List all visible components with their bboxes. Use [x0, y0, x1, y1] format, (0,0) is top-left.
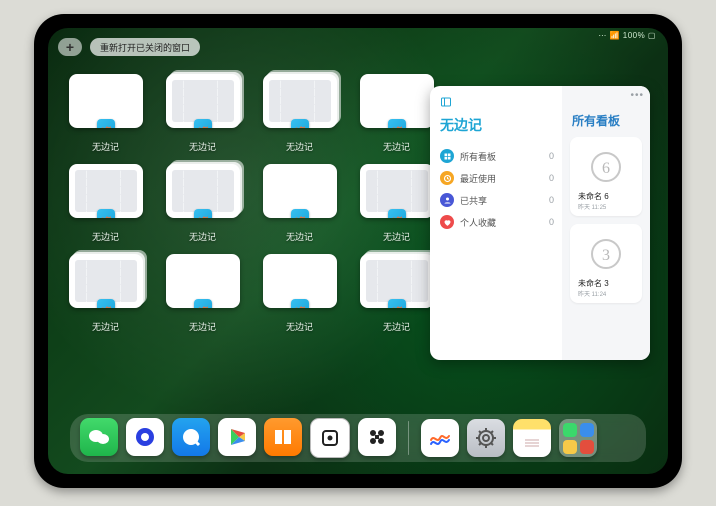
- reopen-closed-window-button[interactable]: 重新打开已关闭的窗口: [90, 38, 200, 56]
- panel-menu-icon[interactable]: •••: [630, 90, 644, 101]
- board-subtitle: 昨天 11:25: [578, 202, 634, 211]
- dock: [70, 414, 646, 462]
- dock-library-icon[interactable]: [559, 419, 597, 457]
- window-tile[interactable]: 无边记: [357, 74, 436, 160]
- sidebar-item-count: 0: [549, 217, 554, 227]
- sidebar-item-clock[interactable]: 最近使用 0: [440, 167, 554, 189]
- status-bar: ⋯ 📶 100% ▢: [598, 31, 656, 40]
- freeform-app-icon: [291, 119, 309, 128]
- tile-label: 无边记: [189, 140, 216, 153]
- sidebar-item-grid[interactable]: 所有看板 0: [440, 145, 554, 167]
- ipad-frame: ⋯ 📶 100% ▢ + 重新打开已关闭的窗口 无边记无边记无边记无边记无边记无…: [34, 14, 682, 488]
- window-tile[interactable]: 无边记: [66, 254, 145, 340]
- window-tile[interactable]: 无边记: [163, 74, 242, 160]
- board-title: 未命名 6: [578, 191, 634, 202]
- board-title: 未命名 3: [578, 278, 634, 289]
- new-window-button[interactable]: +: [58, 38, 82, 56]
- window-tile[interactable]: 无边记: [66, 164, 145, 250]
- freeform-panel: 无边记 所有看板0最近使用0已共享0个人收藏0 ••• 所有看板 6未命名 6昨…: [430, 86, 650, 360]
- dock-qplay-icon[interactable]: [126, 418, 164, 456]
- dock-free-icon[interactable]: [421, 419, 459, 457]
- tile-label: 无边记: [92, 140, 119, 153]
- board-thumbnail: 6: [578, 143, 634, 191]
- svg-text:6: 6: [602, 160, 610, 177]
- dock-dice-icon[interactable]: [310, 418, 350, 458]
- window-tile[interactable]: 无边记: [357, 164, 436, 250]
- grid-icon: [440, 149, 454, 163]
- freeform-app-icon: [97, 119, 115, 128]
- freeform-app-icon: [194, 299, 212, 308]
- tile-label: 无边记: [383, 320, 410, 333]
- tile-label: 无边记: [189, 320, 216, 333]
- freeform-app-icon: [388, 209, 406, 218]
- window-tile[interactable]: 无边记: [163, 164, 242, 250]
- dock-qq-icon[interactable]: [172, 418, 210, 456]
- freeform-app-icon: [291, 209, 309, 218]
- board-thumbnail: 3: [578, 230, 634, 278]
- tile-label: 无边记: [383, 140, 410, 153]
- sidebar-item-label: 最近使用: [460, 172, 496, 185]
- sidebar-icon: [440, 96, 452, 111]
- sidebar-item-label: 个人收藏: [460, 216, 496, 229]
- tile-label: 无边记: [286, 230, 313, 243]
- tile-label: 无边记: [383, 230, 410, 243]
- panel-content: ••• 所有看板 6 未命名 6昨天 11:25 3 未命名 3昨天 11:24: [562, 86, 650, 360]
- sidebar-item-label: 已共享: [460, 194, 487, 207]
- sidebar-item-label: 所有看板: [460, 150, 496, 163]
- freeform-app-icon: [194, 119, 212, 128]
- dock-joy-icon[interactable]: [358, 418, 396, 456]
- tile-label: 无边记: [286, 320, 313, 333]
- freeform-app-icon: [194, 209, 212, 218]
- sidebar-item-person[interactable]: 已共享 0: [440, 189, 554, 211]
- dock-set-icon[interactable]: [467, 419, 505, 457]
- board-card[interactable]: 3 未命名 3昨天 11:24: [570, 224, 642, 303]
- dock-play-icon[interactable]: [218, 418, 256, 456]
- freeform-app-icon: [97, 209, 115, 218]
- freeform-app-icon: [388, 299, 406, 308]
- tile-label: 无边记: [189, 230, 216, 243]
- tile-label: 无边记: [92, 320, 119, 333]
- board-card[interactable]: 6 未命名 6昨天 11:25: [570, 137, 642, 216]
- freeform-app-icon: [97, 299, 115, 308]
- svg-text:3: 3: [602, 247, 610, 264]
- sidebar-item-count: 0: [549, 173, 554, 183]
- panel-sidebar: 无边记 所有看板 0 最近使用 0 已共享 0 个人收藏 0: [430, 86, 562, 360]
- clock-icon: [440, 171, 454, 185]
- window-tile[interactable]: 无边记: [163, 254, 242, 340]
- freeform-app-icon: [388, 119, 406, 128]
- tile-label: 无边记: [286, 140, 313, 153]
- window-tile[interactable]: 无边记: [357, 254, 436, 340]
- heart-icon: [440, 215, 454, 229]
- freeform-app-icon: [291, 299, 309, 308]
- window-tile[interactable]: 无边记: [260, 254, 339, 340]
- sidebar-item-heart[interactable]: 个人收藏 0: [440, 211, 554, 233]
- dock-wechat-icon[interactable]: [80, 418, 118, 456]
- dock-divider: [408, 421, 409, 455]
- windows-grid: 无边记无边记无边记无边记无边记无边记无边记无边记无边记无边记无边记无边记: [66, 74, 436, 434]
- window-tile[interactable]: 无边记: [260, 74, 339, 160]
- panel-title: 无边记: [440, 115, 554, 135]
- home-screen: ⋯ 📶 100% ▢ + 重新打开已关闭的窗口 无边记无边记无边记无边记无边记无…: [48, 28, 668, 474]
- panel-subtitle: 所有看板: [572, 112, 642, 129]
- sidebar-item-count: 0: [549, 151, 554, 161]
- sidebar-item-count: 0: [549, 195, 554, 205]
- window-tile[interactable]: 无边记: [260, 164, 339, 250]
- dock-notes-icon[interactable]: [513, 419, 551, 457]
- dock-books-icon[interactable]: [264, 418, 302, 456]
- person-icon: [440, 193, 454, 207]
- tile-label: 无边记: [92, 230, 119, 243]
- window-tile[interactable]: 无边记: [66, 74, 145, 160]
- board-subtitle: 昨天 11:24: [578, 289, 634, 298]
